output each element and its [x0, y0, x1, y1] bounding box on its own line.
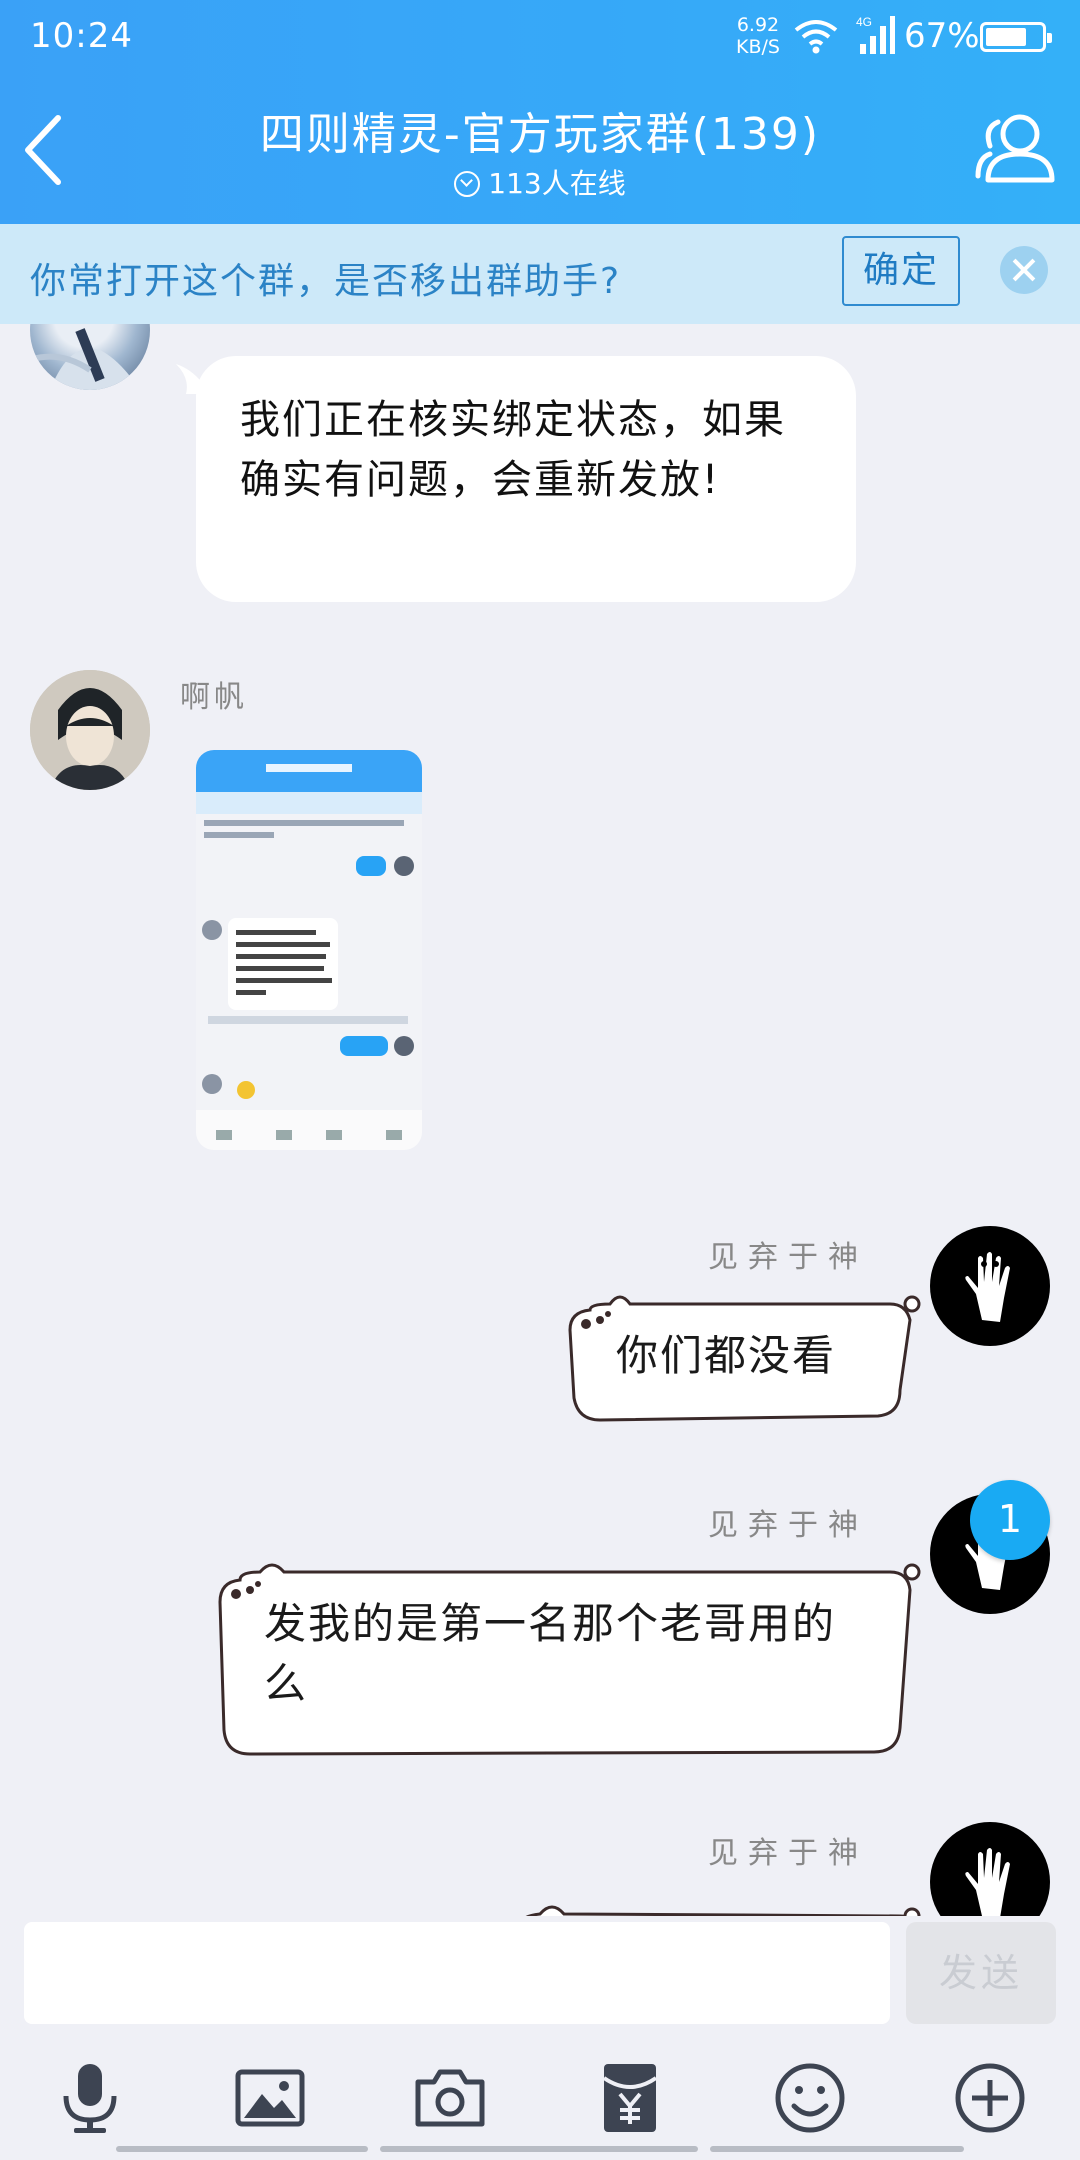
- message-bubble[interactable]: 你们都没看: [560, 1290, 924, 1426]
- network-speed: 6.92 KB/S: [736, 14, 780, 58]
- status-time: 10:24: [30, 16, 133, 56]
- message-text: 你们都没看: [616, 1331, 837, 1380]
- sender-name: 啊帆: [180, 680, 248, 715]
- screenshot-thumbnail: [196, 750, 422, 1150]
- status-bar: 10:24 6.92 KB/S 4G 67%: [0, 0, 1080, 74]
- avatar[interactable]: [930, 1226, 1050, 1346]
- avatar[interactable]: [30, 324, 150, 390]
- plus-icon[interactable]: [954, 2062, 1026, 2134]
- group-assistant-banner: 你常打开这个群，是否移出群助手? 确定: [0, 224, 1080, 324]
- avatar[interactable]: [30, 670, 150, 790]
- camera-icon[interactable]: [414, 2062, 486, 2134]
- header: 10:24 6.92 KB/S 4G 67% 四则精灵-官方玩家群(139) 1…: [0, 0, 1080, 224]
- avatar[interactable]: [930, 1822, 1050, 1924]
- send-button[interactable]: 发送: [906, 1922, 1056, 2024]
- group-title: 四则精灵-官方玩家群(139): [259, 109, 821, 160]
- page-indicator: [380, 2146, 698, 2152]
- chat-area[interactable]: 我们正在核实绑定状态，如果确实有问题，会重新发放! 啊帆 见弃于神 你们都没看 …: [0, 324, 1080, 1924]
- page-indicator: [116, 2146, 368, 2152]
- battery-percent: 67%: [904, 16, 980, 56]
- network-speed-unit: KB/S: [736, 36, 780, 58]
- message-text: 发我的是第一名那个老哥用的么: [264, 1599, 837, 1708]
- network-type: 4G: [856, 15, 872, 29]
- signal-icon: 4G: [856, 15, 895, 54]
- confirm-button[interactable]: 确定: [842, 236, 960, 306]
- hand-avatar-icon: [965, 1848, 1010, 1918]
- banner-text: 你常打开这个群，是否移出群助手?: [30, 261, 622, 302]
- message-bubble[interactable]: 发我的是第一名那个老哥用的么: [210, 1558, 924, 1758]
- toolbar: [0, 2026, 1080, 2160]
- hand-avatar-icon: [965, 1252, 1010, 1322]
- close-icon[interactable]: [1000, 246, 1048, 294]
- sender-name: 见弃于神: [708, 1240, 868, 1275]
- online-count[interactable]: 113人在线: [0, 162, 1080, 202]
- avatar-image: [30, 670, 150, 790]
- message-input[interactable]: [24, 1922, 890, 2024]
- emoji-icon[interactable]: [774, 2062, 846, 2134]
- new-message-badge[interactable]: 1: [970, 1480, 1050, 1560]
- group-members-icon[interactable]: [974, 108, 1056, 188]
- avatar-image: [30, 328, 140, 390]
- chevron-down-icon: [454, 171, 481, 197]
- online-count-text: 113人在线: [488, 167, 626, 200]
- battery-icon: [980, 22, 1052, 52]
- sender-name: 见弃于神: [708, 1836, 868, 1871]
- red-packet-icon[interactable]: [594, 2062, 666, 2134]
- image-icon[interactable]: [234, 2062, 306, 2134]
- mic-icon[interactable]: [54, 2062, 126, 2134]
- message-bubble[interactable]: 我们正在核实绑定状态，如果确实有问题，会重新发放!: [196, 356, 856, 602]
- input-bar: 发送: [0, 1916, 1080, 2026]
- network-speed-value: 6.92: [736, 14, 780, 36]
- image-message[interactable]: [196, 750, 422, 1150]
- page-indicator: [710, 2146, 964, 2152]
- sender-name: 见弃于神: [708, 1508, 868, 1543]
- wifi-icon: [794, 20, 838, 54]
